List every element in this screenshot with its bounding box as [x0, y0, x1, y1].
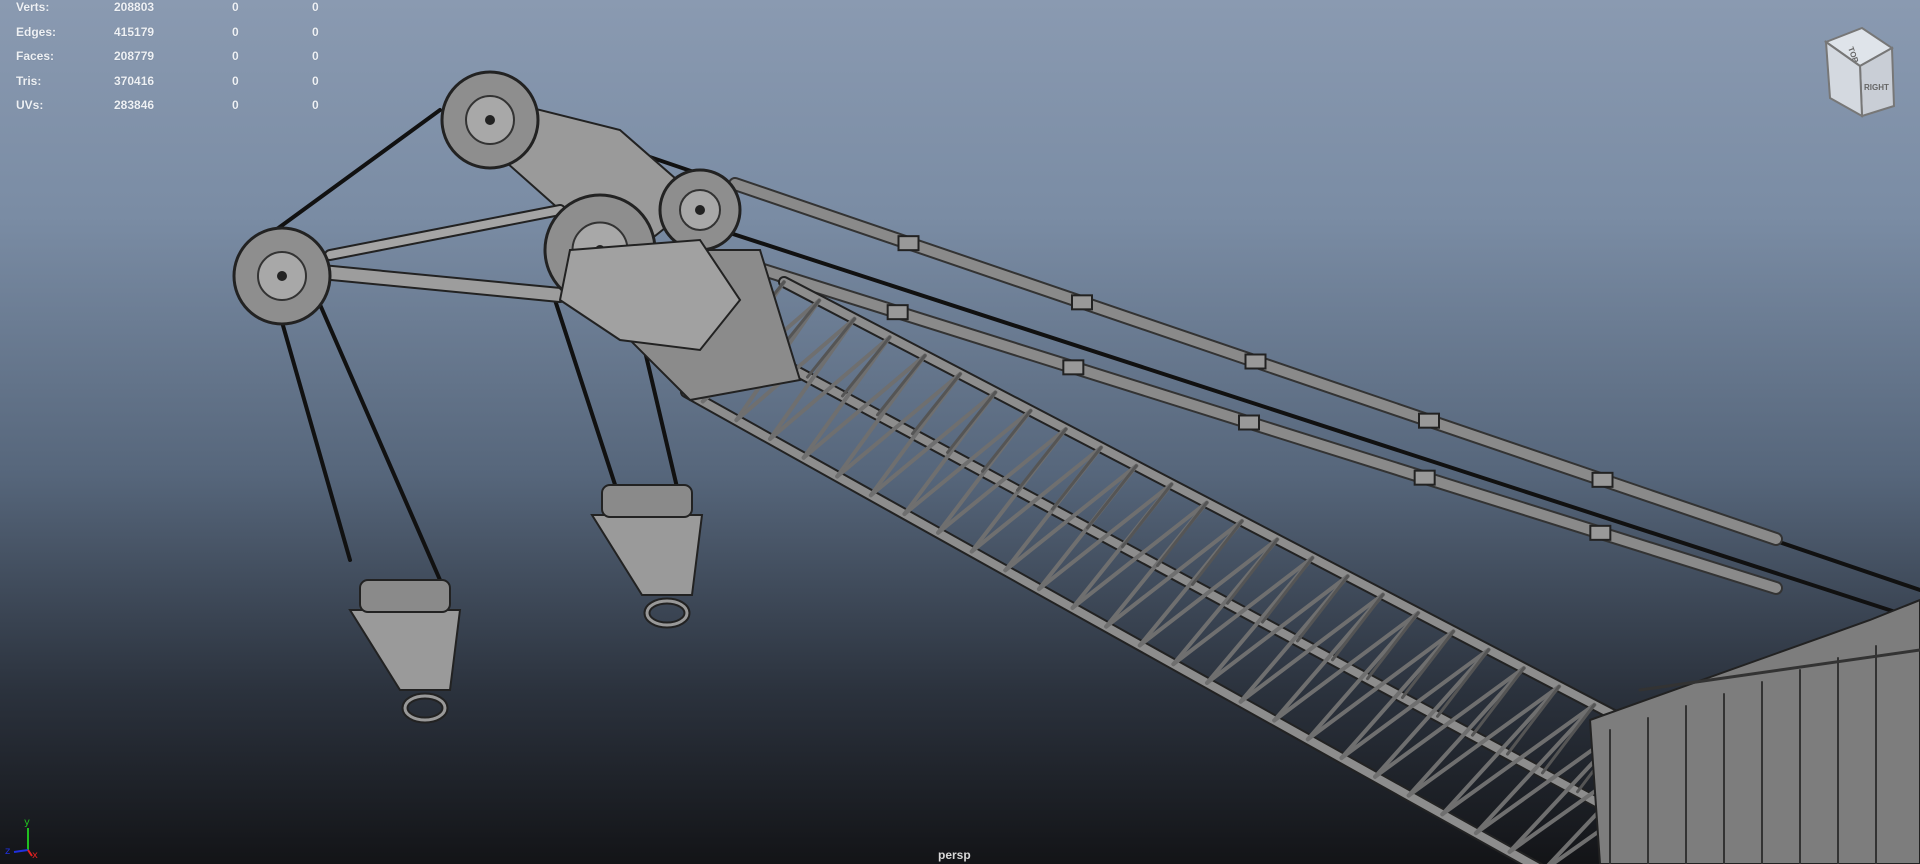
y-axis-label: y [24, 817, 30, 828]
view-cube-right-label: RIGHT [1864, 83, 1889, 92]
hud-value: 208803 [114, 0, 155, 14]
crane-cab [1588, 598, 1920, 864]
boom-lattice-brace [1473, 702, 1597, 836]
camera-label: persp [938, 848, 971, 862]
hud-value: 283846 [114, 98, 155, 112]
boom-lattice-brace [1406, 666, 1526, 798]
hud-value: 0 [232, 25, 239, 39]
hud-value: 0 [312, 74, 319, 88]
boom-lattice-brace [1104, 519, 1244, 629]
hud-value: 0 [312, 0, 319, 14]
pendant-link [1589, 524, 1612, 541]
pendant-link [1418, 412, 1440, 429]
boom-lattice-brace [1205, 574, 1350, 685]
pendant-link [1071, 294, 1093, 311]
cable [260, 108, 442, 242]
viewport-scene [232, 70, 1920, 864]
x-axis-label: x [32, 850, 38, 858]
boom-lattice-brace [1406, 684, 1562, 798]
hook-block-sheaves [359, 579, 451, 613]
boom-lattice-brace [806, 317, 856, 379]
pendant-link [1244, 353, 1267, 370]
sheave-axle [277, 271, 287, 281]
hook-block-sheaves [601, 484, 693, 518]
sheave-axle [485, 115, 495, 125]
boom-lattice-brace [1171, 555, 1315, 667]
hud-value: 0 [312, 98, 319, 112]
hud-label: UVs: [16, 98, 44, 112]
view-cube[interactable]: TOP RIGHT [1822, 26, 1898, 118]
pendant-link [897, 235, 920, 252]
hook-ring-highlight [645, 599, 689, 627]
pendant-link [1413, 469, 1436, 486]
hook-ring-highlight [403, 694, 447, 722]
boom-lattice-brace [1339, 647, 1491, 760]
boom-lattice-brace [1339, 629, 1456, 760]
boom-lattice-brace [1373, 647, 1491, 779]
boom-lattice-brace [1305, 629, 1456, 742]
hud-value: 0 [232, 98, 239, 112]
pendant-link [1591, 471, 1614, 488]
axis-indicator: y z x [5, 817, 38, 858]
boom-lattice-brace [1137, 537, 1280, 648]
hud-value: 415179 [114, 25, 155, 39]
hud-label: Edges: [16, 25, 57, 39]
boom-lattice-brace [1305, 610, 1421, 742]
hud-label: Verts: [16, 0, 50, 14]
hook-block [590, 514, 704, 596]
boom-lattice-brace [1440, 702, 1597, 817]
hud-value: 370416 [114, 74, 155, 88]
boom-lattice-brace [841, 335, 892, 398]
hud-value: 0 [312, 25, 319, 39]
boom-lattice-brace [1272, 610, 1421, 723]
cable [316, 298, 442, 582]
hook-block [348, 609, 462, 691]
boom-lattice-brace [1373, 666, 1526, 779]
hud-value: 0 [232, 74, 239, 88]
boom-lattice-brace [1238, 592, 1385, 704]
pendant-link [1062, 359, 1085, 376]
hud-value: 0 [232, 49, 239, 63]
hud-value: 0 [232, 0, 239, 14]
jib-strut [326, 206, 564, 259]
hud-value: 208779 [114, 49, 155, 63]
z-axis-line [13, 849, 29, 853]
boom-lattice-brace [911, 372, 962, 436]
hud-label: Tris: [16, 74, 42, 88]
boom-lattice-brace [876, 354, 927, 417]
hud-label: Faces: [16, 49, 55, 63]
z-axis-label: z [5, 846, 10, 857]
pendant-link [1238, 414, 1260, 431]
pendant-link [886, 304, 909, 321]
boom-lattice-brace [1440, 684, 1562, 817]
sheave-axle [695, 205, 705, 215]
hud-value: 0 [312, 49, 319, 63]
